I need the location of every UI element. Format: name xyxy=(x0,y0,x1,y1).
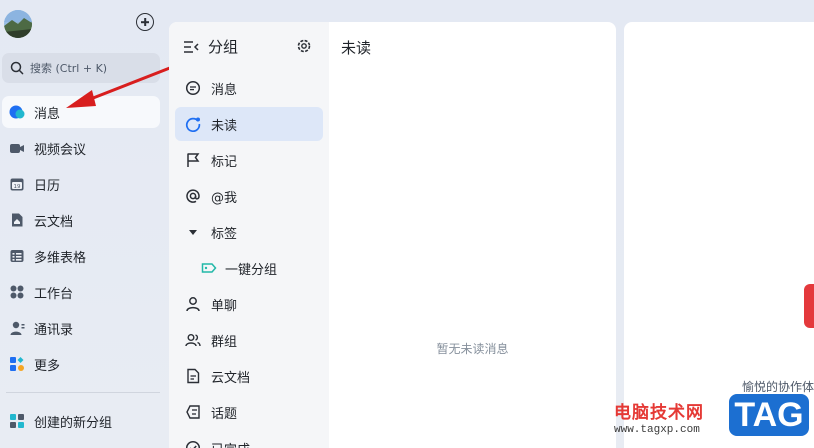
group-item-label: 标记 xyxy=(211,154,238,170)
group-item-label: 单聊 xyxy=(211,298,238,314)
nav-item-label: 工作台 xyxy=(34,286,74,302)
grid-apps-icon xyxy=(9,284,25,300)
group-item-done[interactable]: 已完成 xyxy=(175,431,323,448)
annotation-arrow xyxy=(66,62,182,108)
group-item-messages[interactable]: 消息 xyxy=(175,71,323,105)
group-item-topics[interactable]: 话题 xyxy=(175,395,323,429)
group-item-label: 未读 xyxy=(211,118,238,134)
nav-item-more[interactable]: 更多 xyxy=(2,348,160,380)
video-camera-icon xyxy=(9,140,25,156)
nav-item-contacts[interactable]: 通讯录 xyxy=(2,312,160,344)
red-illustration xyxy=(804,284,814,328)
nav-item-new-group[interactable]: 创建的新分组 xyxy=(2,405,160,437)
nav-item-label: 通讯录 xyxy=(34,322,74,338)
empty-state-text: 暂无未读消息 xyxy=(436,342,509,356)
add-icon[interactable] xyxy=(136,13,154,31)
nav-item-label: 日历 xyxy=(34,178,61,194)
caret-down-icon xyxy=(189,230,197,235)
group-header: 分组 xyxy=(183,36,238,57)
check-icon xyxy=(185,440,201,448)
more-apps-icon xyxy=(9,356,25,372)
chat-detail-panel: 愉悦的协作体 xyxy=(624,22,814,448)
nav-item-cloud-docs[interactable]: 云文档 xyxy=(2,204,160,236)
nav-item-label: 更多 xyxy=(34,358,61,374)
nav-item-label: 创建的新分组 xyxy=(34,415,113,431)
group-item-groups[interactable]: 群组 xyxy=(175,323,323,357)
list-title: 未读 xyxy=(341,39,372,57)
message-panel: 分组 消息 未读 标记 @我 标签 一键分组 单聊 群组 云文档 话题 未读 暂… xyxy=(169,22,616,448)
group-icon xyxy=(185,334,201,347)
collapse-icon[interactable] xyxy=(183,40,199,54)
group-item-single-chat[interactable]: 单聊 xyxy=(175,287,323,321)
group-item-label: 消息 xyxy=(211,82,238,98)
group-item-label: 一键分组 xyxy=(225,262,278,278)
group-item-label: 云文档 xyxy=(211,370,251,386)
avatar[interactable] xyxy=(4,10,32,38)
chat-icon xyxy=(185,80,201,96)
group-item-label: @我 xyxy=(211,190,238,206)
contacts-icon xyxy=(9,320,25,336)
nav-item-bitable[interactable]: 多维表格 xyxy=(2,240,160,272)
group-item-quick-group[interactable]: 一键分组 xyxy=(175,251,323,285)
calendar-icon: 19 xyxy=(9,176,25,192)
watermark-site-name: 电脑技术网 xyxy=(614,403,704,423)
nav-item-workplace[interactable]: 工作台 xyxy=(2,276,160,308)
flag-icon xyxy=(187,153,200,167)
group-title: 分组 xyxy=(208,38,239,56)
group-sidebar: 分组 消息 未读 标记 @我 标签 一键分组 单聊 群组 云文档 话题 xyxy=(169,22,329,448)
group-item-label: 话题 xyxy=(211,406,238,422)
group-item-label: 群组 xyxy=(211,334,238,350)
group-item-mentions[interactable]: @我 xyxy=(175,179,323,213)
topic-icon xyxy=(186,405,200,419)
search-icon xyxy=(10,61,24,75)
doc-icon xyxy=(187,368,200,384)
group-item-label: 已完成 xyxy=(211,439,250,448)
tag-icon xyxy=(201,263,217,273)
group-item-cloud-docs[interactable]: 云文档 xyxy=(175,359,323,393)
new-group-icon xyxy=(9,413,25,429)
watermark-tag-logo: TAG xyxy=(727,392,811,438)
nav-divider xyxy=(6,392,160,393)
nav-item-label: 多维表格 xyxy=(34,250,87,266)
cloud-doc-icon xyxy=(9,212,25,228)
nav-item-label: 视频会议 xyxy=(34,142,87,158)
watermark-url: www.tagxp.com xyxy=(614,424,700,436)
group-item-flagged[interactable]: 标记 xyxy=(175,143,323,177)
at-icon xyxy=(186,189,200,203)
nav-item-calendar[interactable]: 19 日历 xyxy=(2,168,160,200)
nav-item-label: 云文档 xyxy=(34,214,74,230)
nav-item-video-meeting[interactable]: 视频会议 xyxy=(2,132,160,164)
group-item-label: 标签 xyxy=(211,226,238,242)
gear-icon[interactable] xyxy=(296,38,312,54)
calendar-day: 19 xyxy=(14,184,21,190)
table-icon xyxy=(9,248,25,264)
group-item-unread[interactable]: 未读 xyxy=(175,107,323,141)
unread-icon xyxy=(185,117,201,132)
group-item-tags[interactable]: 标签 xyxy=(175,215,323,249)
person-icon xyxy=(186,297,200,312)
message-bubble-icon xyxy=(9,104,25,120)
conversation-list: 未读 暂无未读消息 xyxy=(329,22,616,448)
